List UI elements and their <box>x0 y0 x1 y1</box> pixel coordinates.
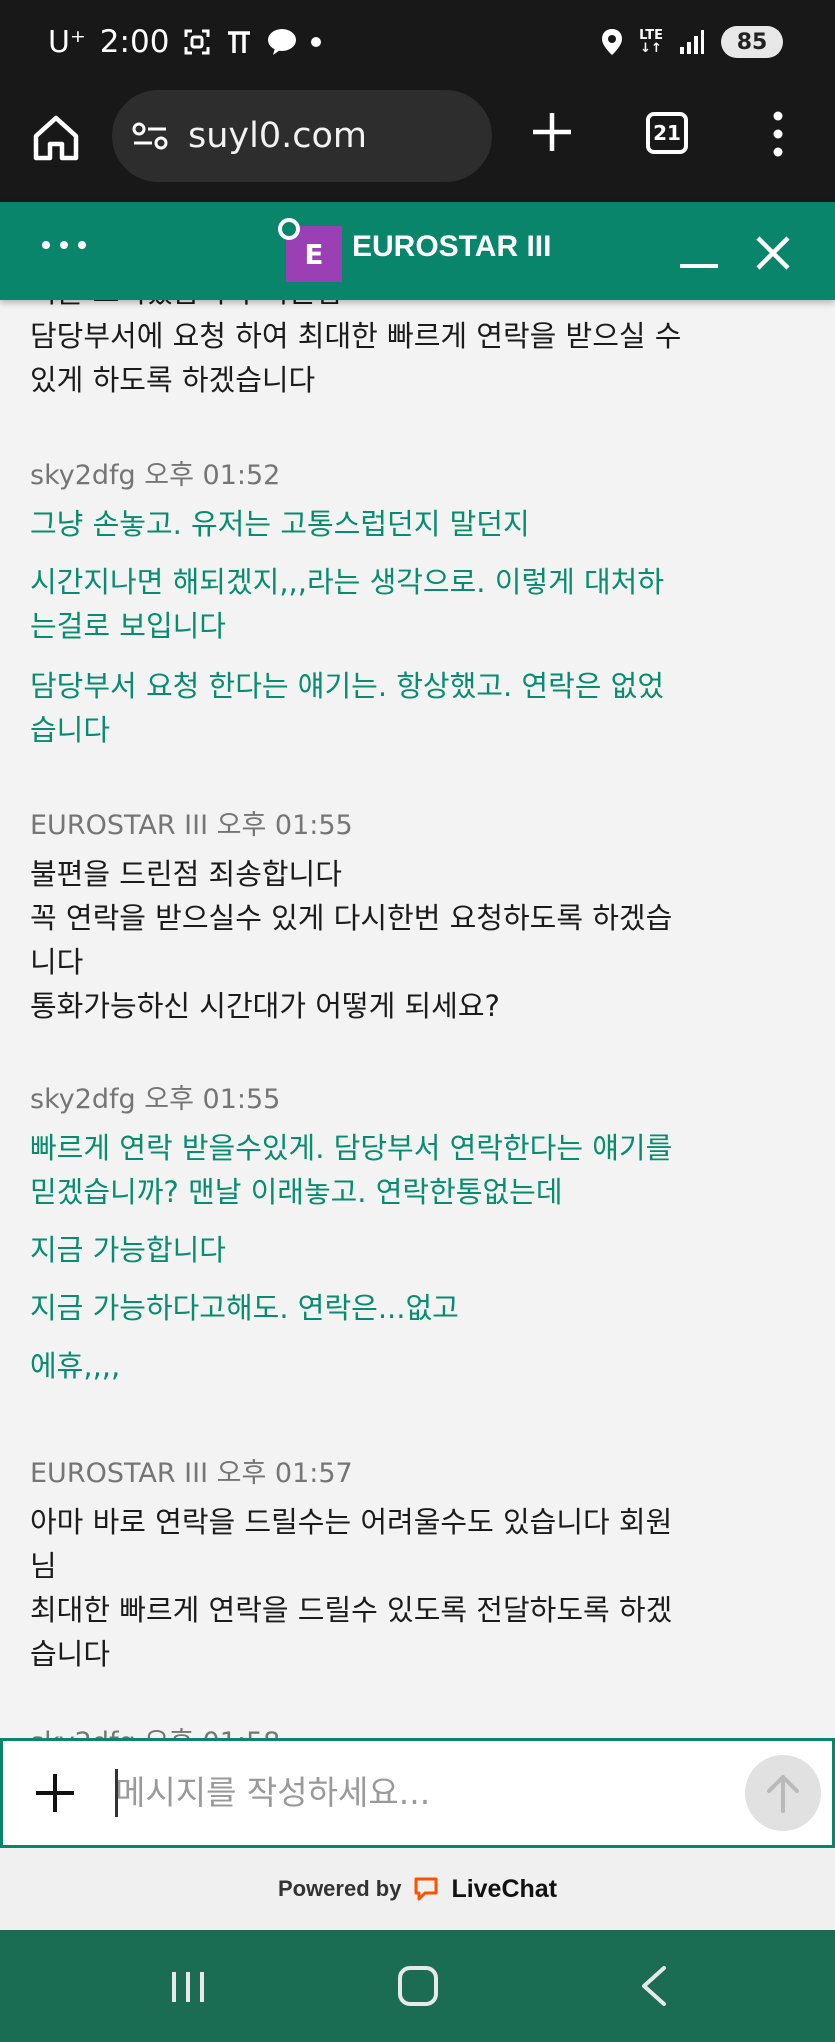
back-icon[interactable] <box>640 1966 668 2006</box>
message-line: 최대한 빠르게 연락을 드릴수 있도록 전달하도록 하겠습니다 <box>30 1593 673 1671</box>
message-sender: EUROSTAR III 오후 01:55 <box>30 810 353 841</box>
message-group: EUROSTAR III 오후 01:57 아마 바로 연락을 드릴수는 어려울… <box>30 1456 690 1676</box>
browser-toolbar: suyl0.com 21 <box>0 90 835 202</box>
lte-indicator: LTE ↓↑ <box>639 28 663 56</box>
message-line: 지금 가능하다고해도. 연락은...없고 <box>30 1291 459 1325</box>
recents-icon[interactable] <box>168 1970 208 2004</box>
message-line: 지금 가능합니다 <box>30 1233 226 1267</box>
message-composer <box>0 1738 835 1848</box>
status-bar: U⁺ 2:00 LTE ↓↑ 85 <box>0 0 835 90</box>
close-icon[interactable] <box>752 232 794 274</box>
text-cursor <box>115 1769 118 1817</box>
message-sender: sky2dfg 오후 01:58 <box>30 1720 280 1738</box>
message-sender: sky2dfg 오후 01:55 <box>30 1084 281 1115</box>
livechat-brand: LiveChat <box>451 1874 558 1903</box>
signal-icon <box>680 30 704 54</box>
nav-home-icon[interactable] <box>398 1966 438 2006</box>
message-sender: sky2dfg 오후 01:52 <box>30 460 281 491</box>
message-line: 통화가능하신 시간대가 어떻게 되세요? <box>30 989 500 1023</box>
location-icon <box>602 29 623 55</box>
message-line: 아마 바로 연락을 드릴수는 어려울수도 있습니다 회원님 <box>30 1505 673 1583</box>
message-list[interactable]: 릭을 드리겠습니다 회원님 담당부서에 요청 하여 최대한 빠르게 연락을 받으… <box>0 300 835 1738</box>
livechat-logo-icon <box>414 1877 438 1901</box>
screenshot-icon <box>184 29 210 55</box>
carrier-label: U⁺ <box>48 24 86 60</box>
chat-logo: E <box>278 218 342 282</box>
powered-by-label: Powered by <box>277 1876 402 1901</box>
address-bar[interactable]: suyl0.com <box>112 90 492 182</box>
message-group: sky2dfg 오후 01:52 그냥 손놓고. 유저는 고통스럽던지 말던지 … <box>30 458 690 752</box>
arrow-up-icon <box>767 1775 799 1813</box>
message-line: 담당부서에 요청 하여 최대한 빠르게 연락을 받으실 수 있게 하도록 하겠습… <box>30 319 682 397</box>
message-input[interactable] <box>115 1767 715 1817</box>
tab-switcher-button[interactable]: 21 <box>646 112 688 154</box>
send-button[interactable] <box>745 1755 821 1831</box>
t-app-icon <box>228 31 251 53</box>
message-group: EUROSTAR III 오후 01:55 불편을 드린점 죄송합니다 꼭 연락… <box>30 808 690 1028</box>
url-text: suyl0.com <box>188 116 367 156</box>
kakaotalk-icon <box>268 29 297 55</box>
message-line: 에휴,,,, <box>30 1349 121 1383</box>
message-line: 빠르게 연락 받을수있게. 담당부서 연락한다는 얘기를 믿겠습니까? 맨날 이… <box>30 1131 673 1209</box>
message-line: 담당부서 요청 한다는 얘기는. 항상했고. 연락은 없었습니다 <box>30 669 665 747</box>
new-tab-icon[interactable] <box>530 110 574 154</box>
message-sender: EUROSTAR III 오후 01:57 <box>30 1458 353 1489</box>
chat-header: E EUROSTAR III <box>0 202 835 300</box>
attach-plus-icon[interactable] <box>33 1771 77 1815</box>
battery-indicator: 85 <box>721 26 783 58</box>
system-nav-bar <box>0 1930 835 2042</box>
minimize-icon[interactable] <box>680 264 718 268</box>
message-line: 불편을 드린점 죄송합니다 <box>30 857 342 891</box>
home-icon[interactable] <box>30 112 82 164</box>
more-options-icon[interactable] <box>40 235 88 255</box>
powered-by-footer[interactable]: Powered by LiveChat <box>0 1848 835 1930</box>
message-line: 릭을 드리겠습니다 회원님 <box>30 300 342 314</box>
notification-dot-icon <box>311 37 322 47</box>
message-line: 그냥 손놓고. 유저는 고통스럽던지 말던지 <box>30 507 530 541</box>
chat-title: EUROSTAR III <box>352 230 552 263</box>
message-group: 담당부서에 요청 하여 최대한 빠르게 연락을 받으실 수 있게 하도록 하겠습… <box>30 314 690 402</box>
overflow-menu-icon[interactable] <box>768 110 788 158</box>
message-line: 시간지나면 해되겠지,,,라는 생각으로. 이렇게 대처하는걸로 보입니다 <box>30 565 665 643</box>
clock: 2:00 <box>99 24 170 60</box>
message-group: sky2dfg 오후 01:55 빠르게 연락 받을수있게. 담당부서 연락한다… <box>30 1082 690 1388</box>
message-line: 꼭 연락을 받으실수 있게 다시한번 요청하도록 하겠습니다 <box>30 901 673 979</box>
site-settings-icon[interactable] <box>132 121 168 151</box>
